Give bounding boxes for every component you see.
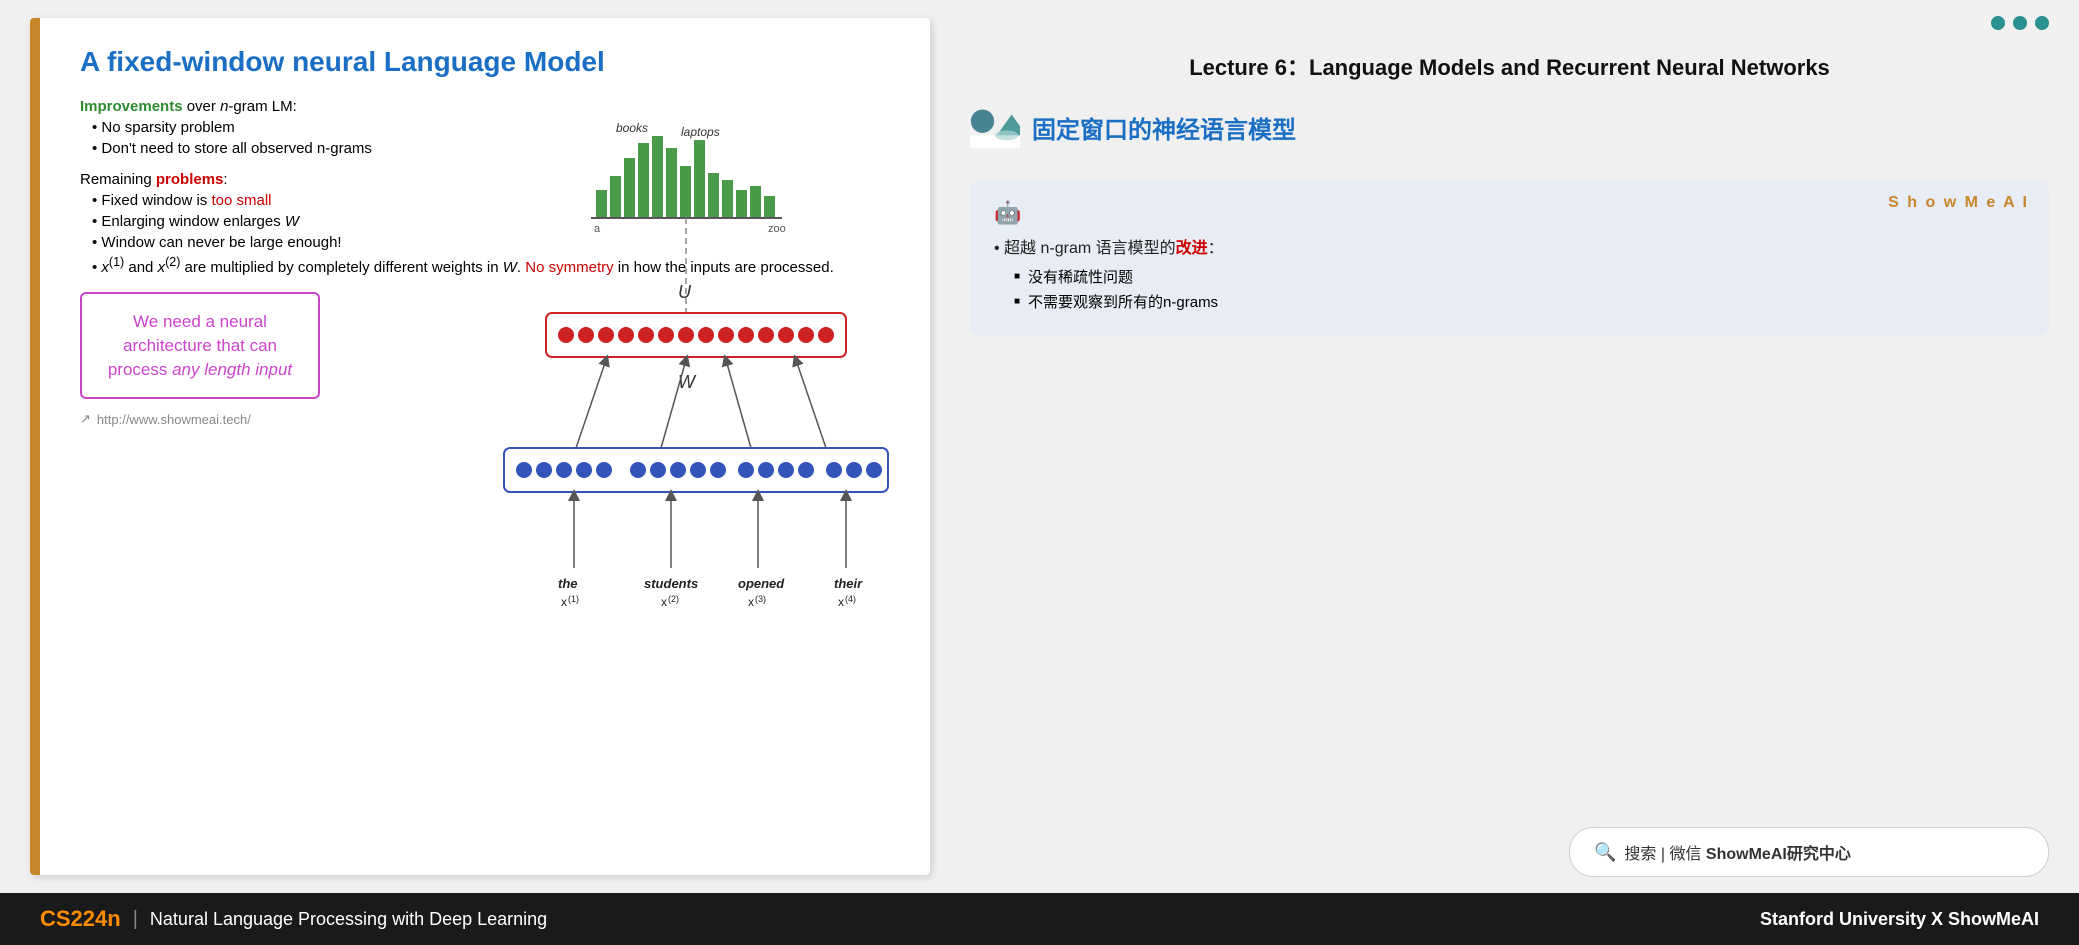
- slide-title: A fixed-window neural Language Model: [80, 46, 898, 78]
- svg-text:zoo: zoo: [768, 223, 786, 235]
- svg-text:a: a: [594, 223, 601, 235]
- footer: CS224n | Natural Language Processing wit…: [0, 893, 2079, 945]
- svg-text:x: x: [561, 595, 567, 609]
- svg-text:(2): (2): [668, 594, 679, 604]
- card-sub-item-1: 没有稀疏性问题: [1014, 266, 2025, 287]
- footer-divider: |: [133, 908, 138, 931]
- footer-left: CS224n | Natural Language Processing wit…: [40, 906, 547, 932]
- diagram-area: books laptops a: [486, 118, 906, 718]
- svg-text:x: x: [748, 595, 754, 609]
- svg-text:W: W: [678, 372, 697, 392]
- dot-1: [1991, 16, 2005, 30]
- remaining-text: Remaining: [80, 171, 156, 188]
- diagram-svg: books laptops a: [486, 118, 906, 678]
- svg-text:their: their: [834, 576, 863, 591]
- chinese-title: 固定窗口的神经语言模型: [1032, 110, 1296, 145]
- highlight-box-text: We need a neural architecture that can p…: [102, 310, 298, 381]
- footer-course: CS224n: [40, 906, 121, 932]
- card-improvement-word: 改进: [1176, 240, 1208, 257]
- dot-2: [2013, 16, 2027, 30]
- card-bullet: • 超越 n-gram 语言模型的改进：: [994, 234, 2025, 258]
- svg-text:(1): (1): [568, 594, 579, 604]
- search-bar[interactable]: 🔍 搜索 | 微信 ShowMeAI研究中心: [1569, 827, 2049, 877]
- svg-text:opened: opened: [738, 576, 785, 591]
- card-colon: ：: [1208, 240, 1224, 257]
- books-label: books: [616, 121, 648, 135]
- too-small-text: too small: [211, 192, 271, 209]
- cursor-icon: ↗: [80, 411, 91, 427]
- svg-text:the: the: [558, 576, 578, 591]
- improvements-label: Improvements: [80, 98, 183, 115]
- svg-text:(4): (4): [845, 594, 856, 604]
- highlight-box: We need a neural architecture that can p…: [80, 292, 320, 399]
- svg-text:students: students: [644, 576, 698, 591]
- card-sub-list: 没有稀疏性问题 不需要观察到所有的n-grams: [994, 266, 2025, 312]
- laptops-label: laptops: [681, 125, 720, 139]
- showmeai-label: S h o w M e A I: [1888, 194, 2029, 212]
- lecture-title: Lecture 6：Language Models and Recurrent …: [970, 50, 2049, 82]
- search-text: 搜索 | 微信 ShowMeAI研究中心: [1624, 840, 1850, 864]
- improvements-text: over n-gram LM:: [183, 98, 297, 115]
- dots-row: [970, 16, 2049, 30]
- dot-3: [2035, 16, 2049, 30]
- robot-icon: 🤖: [994, 200, 2025, 226]
- mountain-icon: [970, 106, 1020, 148]
- search-icon: 🔍: [1594, 842, 1616, 863]
- card-sub-item-2: 不需要观察到所有的n-grams: [1014, 291, 2025, 312]
- problems-label: problems: [156, 171, 224, 188]
- svg-text:x: x: [661, 595, 667, 609]
- info-card: S h o w M e A I 🤖 • 超越 n-gram 语言模型的改进： 没…: [970, 180, 2049, 336]
- url-text: http://www.showmeai.tech/: [97, 412, 251, 427]
- card-bullet-intro: 超越 n-gram 语言模型的: [1004, 240, 1176, 257]
- footer-description: Natural Language Processing with Deep Le…: [150, 909, 547, 930]
- footer-stanford: Stanford University X ShowMeAI: [1760, 909, 2039, 929]
- slide-panel: A fixed-window neural Language Model Imp…: [30, 18, 930, 875]
- svg-text:(3): (3): [755, 594, 766, 604]
- chinese-title-row: 固定窗口的神经语言模型: [970, 106, 2049, 148]
- right-panel: Lecture 6：Language Models and Recurrent …: [930, 0, 2079, 893]
- svg-text:U: U: [678, 282, 692, 302]
- colon: :: [223, 171, 227, 188]
- svg-text:x: x: [838, 595, 844, 609]
- footer-right: Stanford University X ShowMeAI: [1760, 909, 2039, 930]
